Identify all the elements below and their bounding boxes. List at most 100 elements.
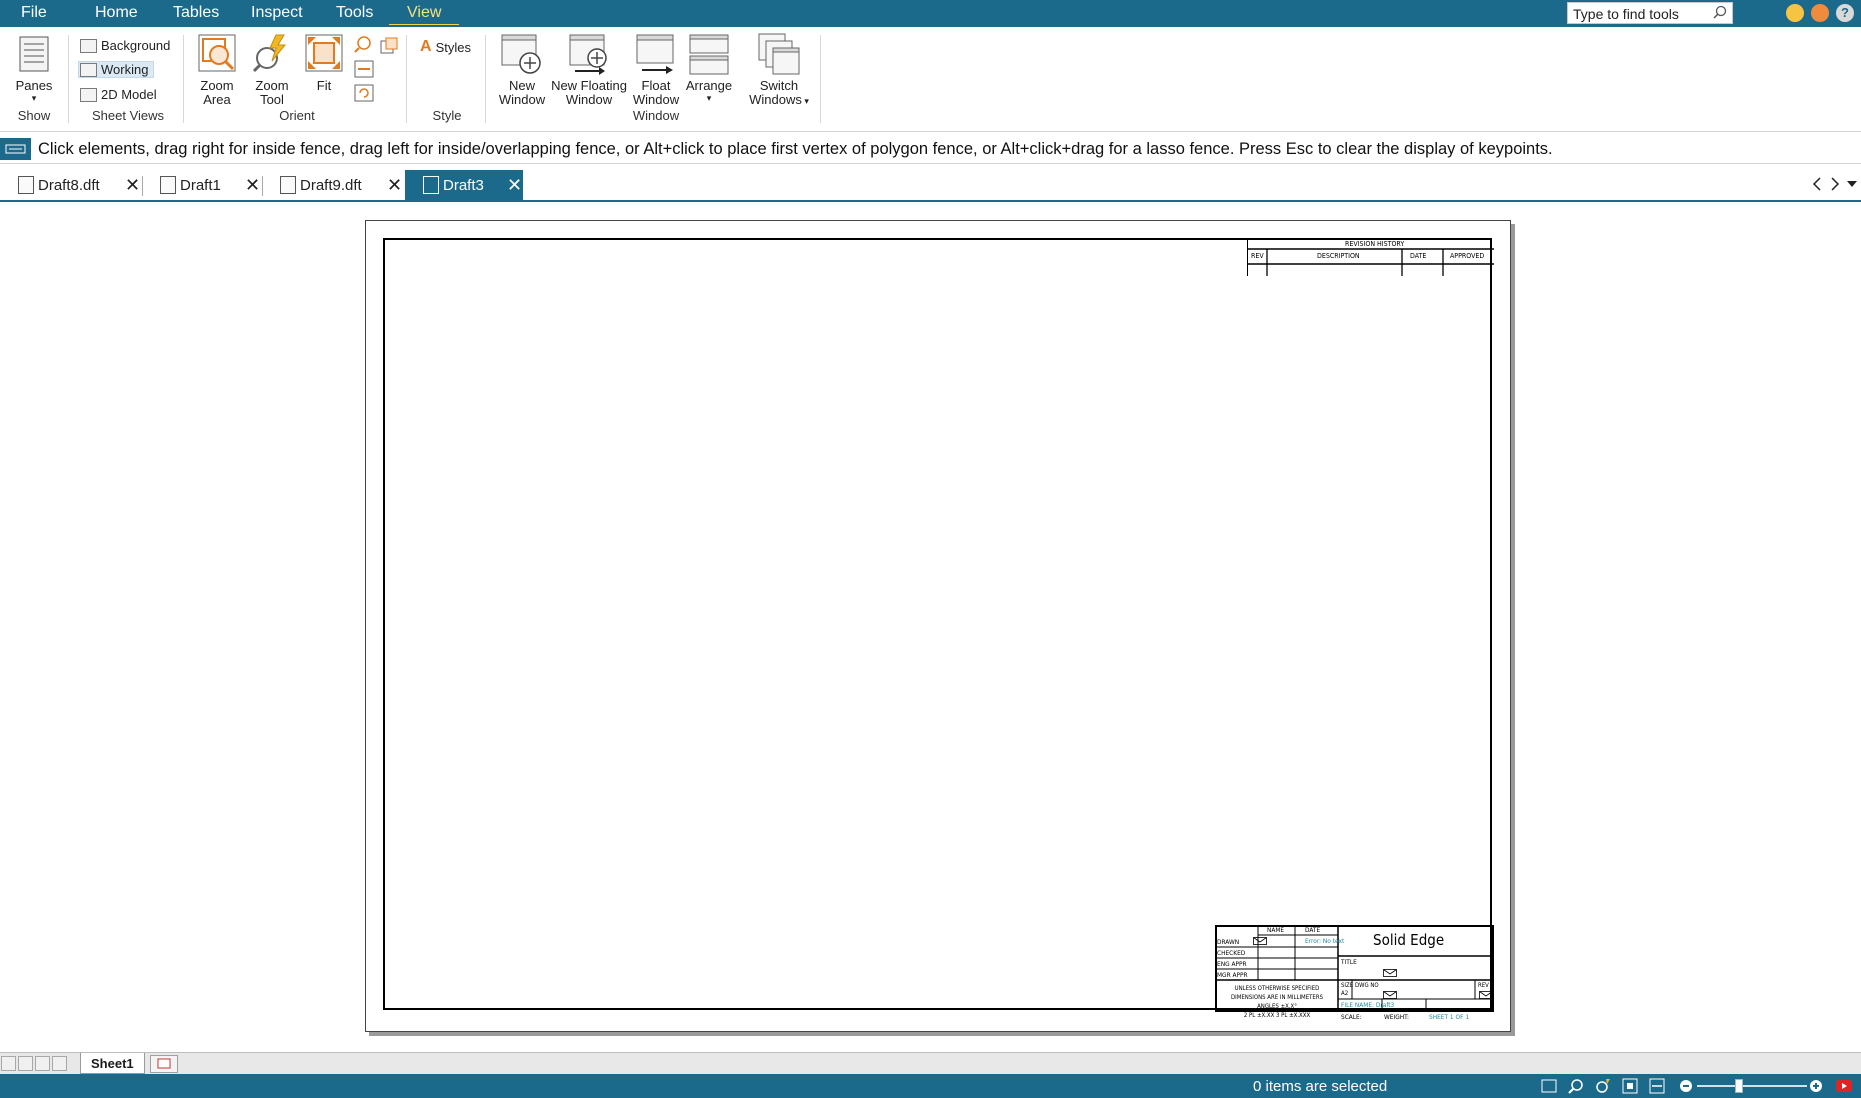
refresh-view-icon[interactable] bbox=[354, 84, 374, 102]
group-show: Show bbox=[17, 108, 51, 123]
prompt-keyboard-icon[interactable] bbox=[0, 138, 31, 160]
group-sheet-views: Sheet Views bbox=[91, 108, 165, 123]
rev-column-header: REV bbox=[1251, 252, 1264, 260]
tab-draft1[interactable]: Draft1 ✕ bbox=[160, 170, 262, 200]
solid-edge-brand: Solid Edge bbox=[1373, 931, 1445, 949]
float-window-label-2: Window bbox=[632, 92, 680, 107]
help-icon[interactable]: ? bbox=[1836, 4, 1854, 22]
eng-appr-row-label: ENG APPR bbox=[1217, 960, 1247, 968]
zoom-slider-thumb[interactable] bbox=[1735, 1079, 1743, 1093]
previous-view-icon[interactable] bbox=[380, 37, 398, 55]
menu-view[interactable]: View bbox=[389, 4, 460, 25]
frown-feedback-icon[interactable] bbox=[1811, 4, 1829, 22]
menu-tables[interactable]: Tables bbox=[173, 4, 219, 22]
fit-status-icon[interactable] bbox=[1622, 1078, 1638, 1094]
fit-button[interactable]: Fit bbox=[304, 79, 344, 93]
background-sheet-icon bbox=[80, 38, 97, 53]
keyboard-icon bbox=[5, 144, 26, 154]
pan-icon[interactable] bbox=[354, 60, 374, 78]
revision-history-title: REVISION HISTORY bbox=[1345, 240, 1405, 248]
new-window-button[interactable]: New Window bbox=[494, 79, 550, 107]
separator bbox=[820, 35, 821, 123]
separator bbox=[68, 35, 69, 123]
name-header: NAME bbox=[1267, 926, 1285, 934]
first-sheet-button[interactable] bbox=[1, 1056, 16, 1071]
background-button[interactable]: Background bbox=[80, 38, 170, 53]
note-line: ANGLES ±X.X° bbox=[1257, 1003, 1297, 1010]
tab-draft3[interactable]: Draft3 ✕ bbox=[405, 170, 523, 200]
note-line: UNLESS OTHERWISE SPECIFIED bbox=[1234, 985, 1320, 992]
float-window-button[interactable]: Float Window bbox=[628, 79, 684, 107]
note-line: DIMENSIONS ARE IN MILLIMETERS bbox=[1230, 994, 1323, 1001]
zoom-slider-track[interactable] bbox=[1697, 1085, 1807, 1087]
search-placeholder: Type to find tools bbox=[1573, 6, 1679, 22]
title-label: TITLE bbox=[1341, 958, 1357, 966]
close-icon[interactable]: ✕ bbox=[245, 175, 260, 196]
group-orient: Orient bbox=[279, 108, 315, 123]
prompt-bar: Click elements, drag right for inside fe… bbox=[0, 134, 1861, 164]
search-icon bbox=[1713, 5, 1727, 19]
approved-column-header: APPROVED bbox=[1450, 252, 1485, 260]
working-label: Working bbox=[101, 62, 149, 77]
fit-icon bbox=[305, 34, 343, 72]
tabs-menu-chevron-down-icon[interactable] bbox=[1846, 180, 1858, 188]
close-icon[interactable]: ✕ bbox=[125, 175, 140, 196]
smile-feedback-icon[interactable] bbox=[1786, 4, 1804, 22]
sheet-tab-bar: Sheet1 bbox=[0, 1052, 1861, 1074]
draft-document-icon bbox=[160, 176, 176, 194]
checked-row-label: CHECKED bbox=[1217, 949, 1246, 957]
ribbon: Panes ▾ Show Background Working 2D Model… bbox=[0, 27, 1861, 132]
arrange-icon bbox=[689, 34, 729, 75]
new-sheet-tab[interactable] bbox=[150, 1055, 178, 1073]
styles-button[interactable]: A Styles bbox=[420, 38, 471, 56]
menu-file[interactable]: File bbox=[21, 4, 47, 22]
group-window: Window bbox=[632, 108, 680, 123]
panes-dropdown-icon[interactable]: ▾ bbox=[8, 91, 60, 105]
drawing-canvas[interactable]: REVISION HISTORY REV DESCRIPTION DATE AP… bbox=[0, 204, 1861, 1052]
description-column-header: DESCRIPTION bbox=[1317, 252, 1360, 260]
previous-sheet-button[interactable] bbox=[18, 1056, 33, 1071]
tab-label: Draft8.dft bbox=[38, 176, 100, 194]
menu-tools[interactable]: Tools bbox=[336, 4, 373, 22]
search-input[interactable]: Type to find tools bbox=[1567, 2, 1733, 24]
2d-model-button[interactable]: 2D Model bbox=[80, 87, 157, 102]
close-icon[interactable]: ✕ bbox=[387, 175, 402, 196]
zoom-area-status-icon[interactable] bbox=[1568, 1078, 1584, 1094]
envelope-icon bbox=[1253, 937, 1267, 945]
close-icon[interactable]: ✕ bbox=[507, 175, 522, 196]
last-sheet-button[interactable] bbox=[52, 1056, 67, 1071]
zoom-out-icon[interactable] bbox=[1679, 1079, 1693, 1093]
menu-home[interactable]: Home bbox=[95, 4, 138, 22]
new-window-icon bbox=[501, 34, 541, 74]
zoom-area-button[interactable]: Zoom Area bbox=[189, 79, 245, 107]
tab-draft8[interactable]: Draft8.dft ✕ bbox=[18, 170, 142, 200]
new-floating-window-button[interactable]: New Floating Window bbox=[549, 79, 629, 107]
tab-draft9[interactable]: Draft9.dft ✕ bbox=[280, 170, 404, 200]
working-button[interactable]: Working bbox=[78, 61, 155, 78]
2d-model-label: 2D Model bbox=[101, 87, 157, 102]
view-icon[interactable] bbox=[1541, 1079, 1557, 1093]
status-bar: 0 items are selected bbox=[0, 1074, 1861, 1098]
switch-windows-label-2: Windows bbox=[749, 92, 802, 107]
switch-windows-button[interactable]: Switch Windows ▾ bbox=[745, 79, 813, 108]
draft-document-icon bbox=[18, 176, 34, 194]
zoom-tool-status-icon[interactable] bbox=[1595, 1078, 1611, 1094]
sheet-tab-sheet1[interactable]: Sheet1 bbox=[80, 1053, 145, 1074]
panes-icon bbox=[19, 36, 49, 72]
next-sheet-button[interactable] bbox=[35, 1056, 50, 1071]
drawing-sheet[interactable]: REVISION HISTORY REV DESCRIPTION DATE AP… bbox=[365, 220, 1511, 1032]
zoom-in-icon[interactable] bbox=[354, 35, 374, 53]
scroll-tabs-left-icon[interactable] bbox=[1812, 177, 1822, 191]
zoom-tool-icon bbox=[252, 34, 287, 73]
video-icon[interactable] bbox=[1836, 1080, 1852, 1092]
envelope-icon bbox=[1383, 969, 1397, 977]
pan-status-icon[interactable] bbox=[1649, 1078, 1665, 1094]
arrange-dropdown-icon[interactable]: ▾ bbox=[681, 91, 737, 105]
document-tab-bar: Draft8.dft ✕ Draft1 ✕ Draft9.dft ✕ Draft… bbox=[0, 168, 1861, 202]
zoom-in-status-icon[interactable] bbox=[1809, 1079, 1823, 1093]
zoom-tool-button[interactable]: Zoom Tool bbox=[244, 79, 300, 107]
draft-document-icon bbox=[423, 176, 439, 194]
separator bbox=[183, 35, 184, 123]
scroll-tabs-right-icon[interactable] bbox=[1830, 177, 1840, 191]
menu-inspect[interactable]: Inspect bbox=[251, 4, 303, 22]
